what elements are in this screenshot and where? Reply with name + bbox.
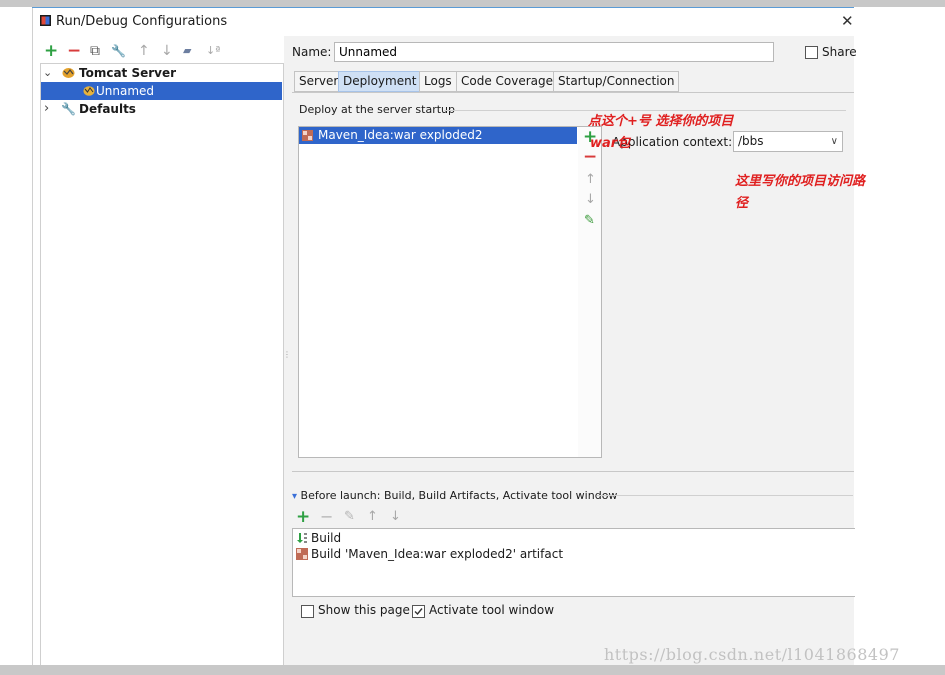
move-artifact-down-icon[interactable]: ↓ [585, 192, 596, 207]
tab-logs[interactable]: Logs [419, 71, 457, 92]
show-this-page-checkbox[interactable] [301, 605, 314, 618]
before-launch-header[interactable]: ▾ Before launch: Build, Build Artifacts,… [292, 489, 617, 502]
checkmark-icon [414, 608, 423, 616]
copy-config-icon[interactable]: ⧉ [90, 42, 100, 60]
tab-code-coverage[interactable]: Code Coverage [456, 71, 559, 92]
chevron-down-icon: ∨ [830, 136, 838, 147]
share-checkbox[interactable] [805, 46, 818, 59]
tree-item-unnamed[interactable]: Unnamed [41, 82, 282, 100]
tree-item-tomcat-server[interactable]: ⌄ Tomcat Server [43, 64, 281, 82]
dialog-title: Run/Debug Configurations [56, 14, 228, 29]
task-label: Build [311, 531, 342, 545]
tree-item-defaults[interactable]: › 🔧 Defaults [43, 100, 281, 118]
config-tree [40, 63, 284, 667]
remove-config-icon[interactable]: − [67, 42, 81, 60]
dialog-top-border [32, 7, 854, 8]
task-label: Build 'Maven_Idea:war exploded2' artifac… [311, 547, 564, 561]
name-input[interactable] [334, 42, 774, 62]
move-task-up-icon[interactable]: ↑ [367, 508, 378, 526]
application-context-value: /bbs [738, 134, 764, 148]
close-icon[interactable]: ✕ [841, 12, 854, 30]
deployment-artifact-list[interactable] [298, 126, 579, 458]
annotation-context-line1: 这里写你的项目访问路 [735, 174, 866, 189]
chevron-down-icon[interactable]: ⌄ [43, 64, 52, 82]
application-context-select[interactable]: /bbs ∨ [733, 131, 843, 152]
deploy-group-label: Deploy at the server startup [299, 103, 456, 116]
share-label: Share [822, 45, 857, 59]
move-up-icon[interactable]: ↑ [138, 42, 150, 60]
tab-startup-connection[interactable]: Startup/Connection [553, 71, 680, 92]
remove-task-icon[interactable]: − [320, 508, 333, 526]
folder-icon[interactable]: ▰ [183, 42, 191, 60]
before-launch-item-build[interactable]: Build [296, 530, 796, 546]
before-launch-label: Before launch: Build, Build Artifacts, A… [300, 489, 618, 502]
before-launch-divider [597, 495, 853, 496]
annotation-add-artifact-line1: 点这个+号 选择你的项目 [588, 114, 734, 129]
intellij-app-icon [40, 15, 51, 26]
config-toolbar: + − ⧉ 🔧 ↑ ↓ ▰ ↓ª [40, 42, 280, 62]
move-down-icon[interactable]: ↓ [161, 42, 173, 60]
chevron-right-icon[interactable]: › [44, 100, 49, 118]
show-this-page-label: Show this page [318, 603, 410, 617]
tab-server[interactable]: Server [294, 71, 344, 92]
artifact-icon [302, 130, 313, 141]
move-task-down-icon[interactable]: ↓ [390, 508, 401, 526]
annotation-context-line2: 径 [735, 196, 749, 211]
tree-item-label: Tomcat Server [79, 66, 177, 80]
remove-artifact-icon[interactable]: − [583, 149, 597, 166]
artifact-name: Maven_Idea:war exploded2 [318, 128, 483, 142]
top-border-bar [0, 0, 945, 7]
build-icon [297, 533, 307, 543]
sort-icon[interactable]: ↓ª [206, 42, 220, 60]
watermark-text: https://blog.csdn.net/l1041868497 [604, 645, 900, 664]
artifact-row[interactable]: Maven_Idea:war exploded2 [299, 127, 577, 144]
edit-defaults-icon[interactable]: 🔧 [111, 42, 126, 60]
splitter-handle[interactable]: ⋮ [283, 350, 291, 359]
tab-deployment[interactable]: Deployment [338, 71, 422, 92]
add-task-icon[interactable]: + [296, 508, 310, 526]
before-launch-item-artifact[interactable]: Build 'Maven_Idea:war exploded2' artifac… [296, 546, 796, 562]
activate-tool-window-checkbox[interactable] [412, 605, 425, 618]
edit-artifact-icon[interactable]: ✎ [584, 213, 595, 228]
tree-item-label: Defaults [79, 102, 136, 116]
tree-item-label: Unnamed [96, 84, 155, 98]
wrench-icon: 🔧 [61, 102, 76, 116]
bottom-border-bar [0, 665, 945, 675]
tomcat-config-icon [83, 86, 95, 96]
add-config-icon[interactable]: + [44, 42, 58, 60]
before-launch-toolbar: + − ✎ ↑ ↓ [296, 508, 416, 527]
move-artifact-up-icon[interactable]: ↑ [585, 172, 596, 187]
name-label: Name: [292, 45, 332, 59]
edit-task-icon[interactable]: ✎ [344, 508, 355, 526]
collapse-toggle-icon[interactable]: ▾ [292, 491, 297, 502]
annotation-add-artifact-line2: war包 [590, 136, 631, 151]
artifact-build-icon [296, 548, 308, 560]
tomcat-icon [62, 68, 75, 78]
activate-tool-window-label: Activate tool window [429, 603, 555, 617]
